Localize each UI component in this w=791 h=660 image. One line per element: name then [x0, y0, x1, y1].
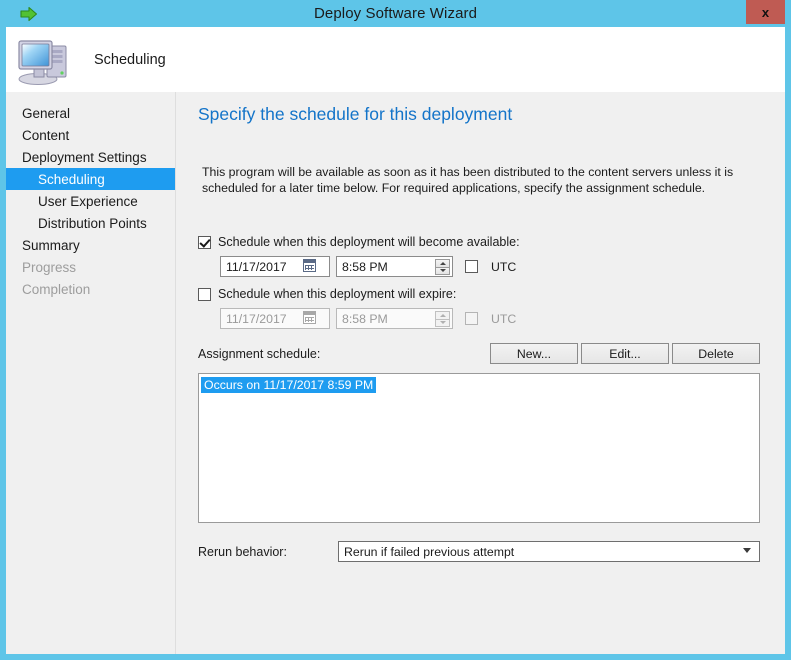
available-utc-checkbox[interactable] [465, 260, 478, 273]
wizard-main-pane: Specify the schedule for this deployment… [176, 92, 785, 654]
available-time-spinner[interactable] [435, 259, 450, 275]
calendar-icon[interactable] [303, 259, 316, 272]
expire-time-input: 8:58 PM [336, 308, 453, 329]
sidebar-item-user-experience[interactable]: User Experience [6, 190, 175, 212]
available-fields-row: 11/17/2017 8:58 PM UTC [220, 256, 760, 277]
expire-utc-label: UTC [491, 311, 517, 326]
sidebar-item-distribution-points[interactable]: Distribution Points [6, 212, 175, 234]
rerun-behavior-value: Rerun if failed previous attempt [344, 544, 515, 559]
assignment-schedule-label: Assignment schedule: [198, 347, 321, 361]
edit-schedule-button[interactable]: Edit... [581, 343, 669, 364]
spinner-up-icon [435, 311, 450, 320]
close-icon[interactable]: x [746, 0, 785, 24]
green-right-arrow-icon [20, 5, 38, 23]
expire-fields-row: 11/17/2017 8:58 PM UTC [220, 308, 760, 329]
computer-icon [16, 34, 78, 86]
rerun-behavior-select[interactable]: Rerun if failed previous attempt [338, 541, 760, 562]
new-schedule-button[interactable]: New... [490, 343, 578, 364]
sidebar-item-progress: Progress [22, 259, 77, 275]
available-utc-wrap: UTC [465, 260, 516, 274]
page-heading: Specify the schedule for this deployment [198, 104, 513, 124]
sidebar-item-scheduling[interactable]: Scheduling [6, 168, 175, 190]
sidebar-item-general[interactable]: General [6, 102, 175, 124]
window-title: Deploy Software Wizard [313, 5, 478, 22]
schedule-expire-checkbox[interactable] [198, 287, 211, 301]
schedule-available-label: Schedule when this deployment will becom… [218, 235, 520, 249]
available-checkbox-row: Schedule when this deployment will becom… [198, 232, 760, 252]
list-item[interactable]: Occurs on 11/17/2017 8:59 PM [201, 377, 377, 393]
schedule-available-checkbox[interactable] [198, 235, 211, 249]
page-title: Scheduling [94, 51, 166, 68]
wizard-client-area: Scheduling General Content Deployment Se… [6, 27, 785, 654]
expire-time-value: 8:58 PM [342, 311, 388, 326]
available-time-input[interactable]: 8:58 PM [336, 256, 453, 277]
expire-time-spinner [435, 311, 450, 327]
assignment-schedule-row: Assignment schedule: New... Edit... Dele… [198, 343, 760, 365]
wizard-step-nav: General Content Deployment Settings Sche… [6, 92, 176, 654]
wizard-header: Scheduling [6, 27, 785, 92]
sidebar-item-deployment-settings[interactable]: Deployment Settings [6, 146, 175, 168]
schedule-expire-label: Schedule when this deployment will expir… [218, 287, 457, 301]
chevron-down-icon[interactable] [743, 548, 751, 553]
available-date-controls [303, 259, 326, 272]
available-date-value: 11/17/2017 [226, 259, 287, 274]
spinner-down-icon [435, 319, 450, 327]
expire-date-input: 11/17/2017 [220, 308, 330, 329]
available-utc-label: UTC [491, 259, 517, 274]
available-date-input[interactable]: 11/17/2017 [220, 256, 330, 277]
assignment-schedule-list[interactable]: Occurs on 11/17/2017 8:59 PM [198, 373, 760, 523]
sidebar-item-content[interactable]: Content [6, 124, 175, 146]
wizard-body: General Content Deployment Settings Sche… [6, 92, 785, 654]
schedule-form: Schedule when this deployment will becom… [198, 232, 760, 562]
deploy-software-wizard-window: Deploy Software Wizard x Scheduling Gene… [0, 0, 791, 660]
expire-checkbox-row: Schedule when this deployment will expir… [198, 284, 760, 304]
available-time-value: 8:58 PM [342, 259, 388, 274]
spinner-down-icon[interactable] [435, 267, 450, 275]
rerun-behavior-row: Rerun behavior: Rerun if failed previous… [198, 541, 760, 562]
sidebar-item-completion: Completion [22, 281, 91, 297]
page-description: This program will be available as soon a… [202, 165, 734, 195]
rerun-behavior-label: Rerun behavior: [198, 544, 287, 559]
spinner-up-icon[interactable] [435, 259, 450, 268]
expire-utc-wrap: UTC [465, 312, 516, 326]
delete-schedule-button[interactable]: Delete [672, 343, 760, 364]
calendar-icon [303, 311, 316, 324]
sidebar-item-summary[interactable]: Summary [6, 234, 175, 256]
expire-date-controls [303, 311, 326, 324]
title-bar: Deploy Software Wizard x [6, 0, 785, 27]
expire-date-value: 11/17/2017 [226, 311, 287, 326]
expire-utc-checkbox [465, 312, 478, 325]
